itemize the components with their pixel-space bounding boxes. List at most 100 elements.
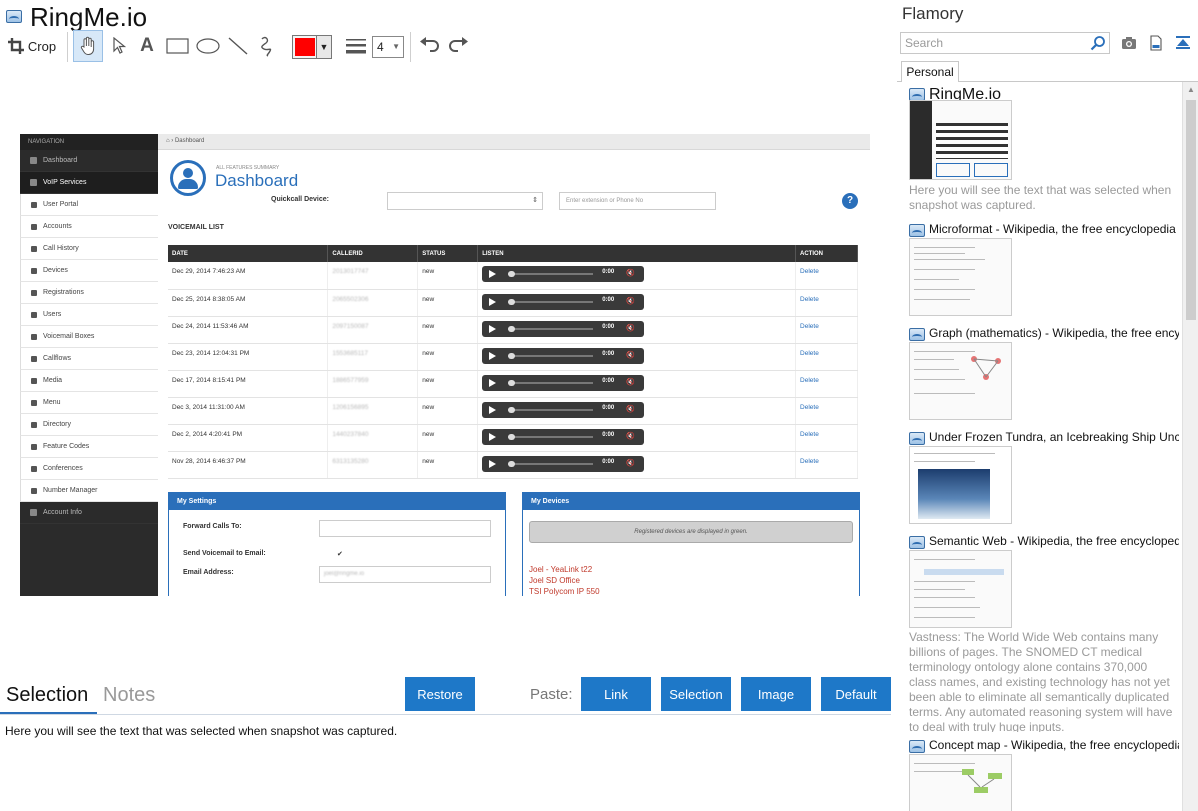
audio-player[interactable]: 0:00 🔇 <box>482 401 645 418</box>
mute-icon[interactable]: 🔇 <box>626 378 635 386</box>
seek-handle[interactable] <box>508 352 516 359</box>
mute-icon[interactable]: 🔇 <box>626 324 635 332</box>
play-icon[interactable] <box>489 324 497 333</box>
seek-handle[interactable] <box>508 298 516 305</box>
audio-player[interactable]: 0:00 🔇 <box>482 347 645 364</box>
play-icon[interactable] <box>489 297 497 306</box>
text-tool-button[interactable]: A <box>134 30 160 62</box>
restore-button[interactable]: Restore <box>405 677 475 711</box>
mute-icon[interactable]: 🔇 <box>626 459 635 467</box>
seek-track[interactable] <box>508 354 594 357</box>
redo-button[interactable] <box>446 30 472 62</box>
cell-action[interactable]: Delete <box>795 370 858 398</box>
list-item-thumbnail[interactable] <box>909 754 1012 811</box>
line-width-select[interactable]: 4 ▼ <box>372 36 404 58</box>
audio-player[interactable]: 0:00 🔇 <box>482 374 645 391</box>
chevron-up-icon[interactable]: ▲ <box>1183 82 1198 98</box>
paste-link-button[interactable]: Link <box>581 677 651 711</box>
list-item[interactable]: Graph (mathematics) - Wikipedia, the fre… <box>909 326 1179 342</box>
color-picker[interactable]: ▼ <box>292 35 332 59</box>
seek-handle[interactable] <box>508 325 516 332</box>
nav-item[interactable]: Number Manager <box>20 480 158 502</box>
nav-item[interactable]: Call History <box>20 238 158 260</box>
forward-calls-input[interactable] <box>319 520 491 537</box>
audio-player[interactable]: 0:00 🔇 <box>482 455 645 472</box>
tab-selection[interactable]: Selection <box>6 684 88 707</box>
seek-track[interactable] <box>508 408 594 411</box>
cell-action[interactable]: Delete <box>795 343 858 371</box>
paste-selection-button[interactable]: Selection <box>661 677 731 711</box>
nav-item[interactable]: Conferences <box>20 458 158 480</box>
play-icon[interactable] <box>489 432 497 441</box>
nav-item[interactable]: Callflows <box>20 348 158 370</box>
list-item-thumbnail[interactable] <box>909 238 1012 316</box>
seek-track[interactable] <box>508 435 594 438</box>
audio-player[interactable]: 0:00 🔇 <box>482 293 645 310</box>
play-icon[interactable] <box>489 351 497 360</box>
cell-action[interactable]: Delete <box>795 316 858 344</box>
seek-track[interactable] <box>508 462 594 465</box>
mute-icon[interactable]: 🔇 <box>626 351 635 359</box>
seek-handle[interactable] <box>508 460 516 467</box>
audio-player[interactable]: 0:00 🔇 <box>482 320 645 337</box>
collapse-top-icon[interactable] <box>1175 35 1191 51</box>
email-address-input[interactable]: joel@ringme.io <box>319 566 491 583</box>
seek-handle[interactable] <box>508 406 516 413</box>
tab-personal[interactable]: Personal <box>901 61 959 82</box>
audio-player[interactable]: 0:00 🔇 <box>482 428 645 445</box>
line-width-button[interactable] <box>342 30 370 62</box>
freehand-tool-button[interactable] <box>254 30 282 62</box>
play-icon[interactable] <box>489 459 497 468</box>
nav-item[interactable]: Devices <box>20 260 158 282</box>
list-item-thumbnail[interactable] <box>909 100 1012 180</box>
mute-icon[interactable]: 🔇 <box>626 269 635 277</box>
tab-notes[interactable]: Notes <box>103 684 155 707</box>
search-input[interactable]: Search <box>900 32 1110 54</box>
quickcall-input[interactable]: Enter extension or Phone No <box>559 192 716 210</box>
nav-item[interactable]: Registrations <box>20 282 158 304</box>
seek-track[interactable] <box>508 273 594 275</box>
list-item[interactable]: Microformat - Wikipedia, the free encycl… <box>909 222 1179 238</box>
seek-handle[interactable] <box>508 271 516 277</box>
help-icon[interactable]: ? <box>842 193 858 209</box>
document-icon[interactable] <box>1148 35 1164 51</box>
play-icon[interactable] <box>489 405 497 414</box>
mute-icon[interactable]: 🔇 <box>626 432 635 440</box>
hand-tool-button[interactable] <box>73 30 103 62</box>
ellipse-tool-button[interactable] <box>194 30 222 62</box>
nav-item[interactable]: VoIP Services <box>20 172 158 194</box>
nav-item[interactable]: Voicemail Boxes <box>20 326 158 348</box>
device-item[interactable]: Joel - YeaLink t22 <box>529 565 592 574</box>
quickcall-select[interactable]: ⇕ <box>387 192 543 210</box>
cell-action[interactable]: Delete <box>795 451 858 479</box>
cell-action[interactable]: Delete <box>795 262 858 290</box>
rectangle-tool-button[interactable] <box>164 30 192 62</box>
nav-item[interactable]: Accounts <box>20 216 158 238</box>
seek-track[interactable] <box>508 327 594 330</box>
seek-handle[interactable] <box>508 433 516 440</box>
paste-image-button[interactable]: Image <box>741 677 811 711</box>
scrollbar-thumb[interactable] <box>1186 100 1196 320</box>
list-item-thumbnail[interactable] <box>909 342 1012 420</box>
crop-button[interactable]: Crop <box>6 30 58 62</box>
audio-player[interactable]: 0:00 🔇 <box>482 266 645 282</box>
device-item[interactable]: TSI Polycom IP 550 <box>529 587 600 596</box>
mute-icon[interactable]: 🔇 <box>626 297 635 305</box>
play-icon[interactable] <box>489 270 497 278</box>
nav-item[interactable]: User Portal <box>20 194 158 216</box>
snapshot-image[interactable]: NAVIGATION Dashboard VoIP Services User Po… <box>20 134 870 596</box>
list-item-thumbnail[interactable] <box>909 446 1012 524</box>
search-icon[interactable] <box>1090 35 1106 51</box>
play-icon[interactable] <box>489 378 497 387</box>
cell-action[interactable]: Delete <box>795 424 858 452</box>
undo-button[interactable] <box>416 30 442 62</box>
mute-icon[interactable]: 🔇 <box>626 405 635 413</box>
line-tool-button[interactable] <box>224 30 252 62</box>
voicemail-email-checkbox[interactable]: ✔ <box>337 550 343 558</box>
nav-item[interactable]: Users <box>20 304 158 326</box>
cell-action[interactable]: Delete <box>795 397 858 425</box>
list-item[interactable]: Concept map - Wikipedia, the free encycl… <box>909 738 1179 754</box>
device-item[interactable]: Joel SD Office <box>529 576 580 585</box>
list-item[interactable]: Under Frozen Tundra, an Icebreaking Ship… <box>909 430 1179 446</box>
nav-item[interactable]: Media <box>20 370 158 392</box>
